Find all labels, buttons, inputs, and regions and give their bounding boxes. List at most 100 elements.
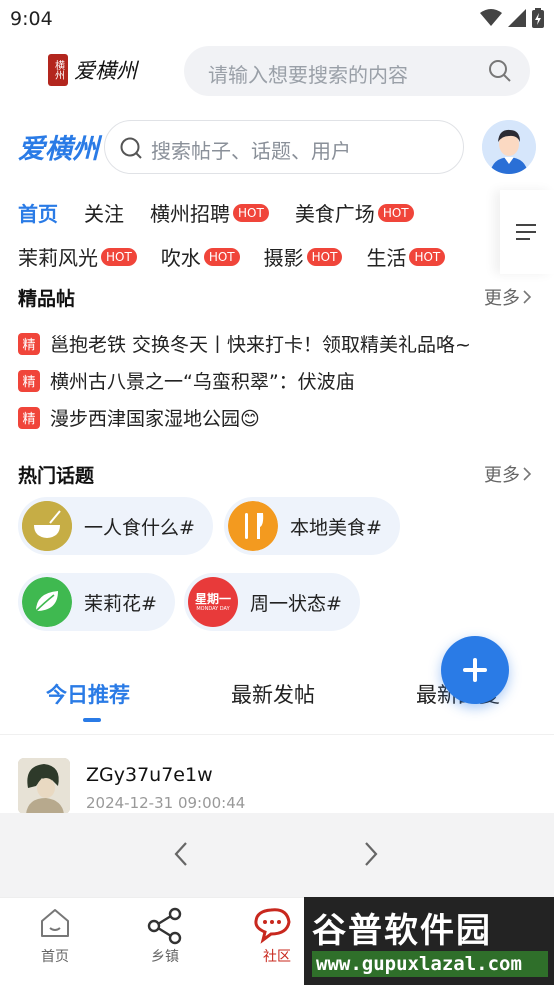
status-bar: 9:04: [0, 0, 554, 38]
menu-icon: [516, 224, 536, 240]
hot-badge: HOT: [409, 247, 446, 266]
more-label: 更多: [484, 465, 520, 486]
featured-badge: 精: [18, 369, 40, 392]
back-arrow-icon[interactable]: [172, 839, 190, 869]
tab-label: 吹水: [160, 246, 201, 270]
tab-jobs[interactable]: 横州招聘 HOT: [150, 198, 269, 227]
tab-row-2: 茉莉风光 HOT 吹水 HOT 摄影 HOT 生活 HOT: [18, 242, 446, 271]
post-time: 2024-12-31 09:00:44: [86, 794, 246, 812]
topic-chip[interactable]: 星期一 MONDAY DAY 周一状态#: [184, 573, 360, 631]
chat-icon: [254, 908, 291, 944]
featured-badge: 精: [18, 406, 40, 429]
tab-life[interactable]: 生活 HOT: [366, 242, 446, 271]
tab-chat[interactable]: 吹水 HOT: [161, 242, 240, 271]
featured-post-title: 漫步西津国家湿地公园😊: [50, 408, 260, 430]
tab-label: 生活: [366, 246, 407, 270]
forward-arrow-icon[interactable]: [362, 839, 380, 869]
nav-label: 首页: [41, 949, 69, 965]
post-author-avatar[interactable]: [18, 758, 70, 814]
create-post-button[interactable]: [441, 636, 509, 704]
hot-badge: HOT: [203, 247, 240, 266]
featured-post-title: 横州古八景之一“乌蛮积翠”：伏波庙: [50, 371, 355, 393]
community-search-placeholder: 搜索帖子、话题、用户: [151, 139, 351, 163]
tab-latest-posts[interactable]: 最新发帖: [231, 679, 315, 709]
home-icon: [41, 909, 69, 937]
tab-label: 美食广场: [294, 202, 375, 226]
tab-row-1: 首页 关注 横州招聘 HOT 美食广场 HOT: [18, 198, 440, 227]
featured-post[interactable]: 精 漫步西津国家湿地公园😊: [18, 404, 260, 431]
hot-badge: HOT: [377, 203, 414, 222]
topic-chip[interactable]: 本地美食#: [224, 497, 400, 555]
community-header: 爱横州 搜索帖子、话题、用户: [0, 112, 554, 182]
watermark-url: www.gupuxlazal.com: [312, 951, 548, 977]
community-search-input[interactable]: 搜索帖子、话题、用户: [104, 120, 464, 174]
tab-label: 摄影: [263, 246, 304, 270]
tab-photo[interactable]: 摄影 HOT: [264, 242, 343, 271]
nav-label: 乡镇: [151, 949, 179, 965]
tab-label: 横州招聘: [150, 202, 230, 226]
user-avatar-icon: [482, 120, 536, 174]
hot-badge: HOT: [306, 247, 343, 266]
tab-label: 首页: [18, 202, 58, 226]
topic-label: 本地美食#: [290, 516, 382, 539]
nav-home[interactable]: 首页: [15, 906, 95, 966]
topics-title: 热门话题: [18, 465, 95, 487]
tab-scenery[interactable]: 茉莉风光 HOT: [18, 242, 137, 271]
status-icons: [480, 8, 544, 28]
topic-chip[interactable]: 茉莉花#: [18, 573, 175, 631]
wifi-icon: [480, 9, 502, 26]
search-icon[interactable]: [488, 59, 512, 83]
status-time: 9:04: [10, 8, 53, 30]
post-author-name[interactable]: ZGy37u7e1w: [86, 764, 213, 786]
more-label: 更多: [484, 288, 520, 309]
tab-recommended[interactable]: 今日推荐: [46, 679, 130, 709]
app-header: 横州 爱横州 请输入想要搜索的内容: [0, 38, 554, 106]
featured-post[interactable]: 精 邕抱老铁 交换冬天丨快来打卡！领取精美礼品咯~: [18, 330, 471, 357]
featured-more-link[interactable]: 更多: [484, 284, 532, 310]
share-icon: [147, 907, 182, 945]
hot-badge: HOT: [233, 203, 269, 222]
chevron-right-icon: [523, 290, 532, 304]
plus-icon: [463, 658, 487, 682]
search-icon: [120, 137, 142, 159]
user-avatar[interactable]: [482, 120, 536, 174]
app-logo[interactable]: 横州 爱横州: [48, 54, 137, 86]
signal-icon: [508, 9, 526, 27]
topic-label: 茉莉花#: [84, 592, 157, 615]
nav-towns[interactable]: 乡镇: [125, 906, 205, 966]
tab-label: 关注: [84, 202, 124, 226]
watermark-title: 谷普软件园: [312, 911, 492, 951]
calendar-icon: 星期一 MONDAY DAY: [188, 577, 238, 627]
web-nav-bar: [0, 813, 554, 897]
watermark: 谷普软件园 www.gupuxlazal.com: [304, 897, 554, 985]
bowl-icon: [22, 501, 72, 551]
topic-label: 一人食什么#: [84, 516, 195, 539]
logo-text: 爱横州: [74, 59, 137, 83]
calendar-icon-text: 星期一: [194, 591, 231, 606]
topics-more-link[interactable]: 更多: [484, 461, 532, 487]
brand-title: 爱横州: [18, 134, 99, 165]
fork-knife-icon: [228, 501, 278, 551]
hot-badge: HOT: [101, 247, 137, 266]
tab-home[interactable]: 首页: [18, 198, 58, 227]
active-tab-indicator: [83, 718, 101, 722]
calendar-icon-sub: MONDAY DAY: [196, 605, 230, 612]
featured-post[interactable]: 精 横州古八景之一“乌蛮积翠”：伏波庙: [18, 367, 355, 394]
leaf-icon: [22, 577, 72, 627]
author-avatar-image: [18, 758, 70, 814]
logo-seal: 横州: [48, 54, 68, 86]
featured-title: 精品帖: [18, 288, 76, 310]
top-search-bar[interactable]: 请输入想要搜索的内容: [184, 46, 530, 96]
tab-follow[interactable]: 关注: [84, 198, 124, 227]
tab-label: 茉莉风光: [18, 246, 98, 270]
topic-label: 周一状态#: [250, 592, 342, 615]
nav-label: 社区: [263, 949, 291, 965]
chevron-right-icon: [523, 467, 532, 481]
featured-badge: 精: [18, 332, 40, 355]
topic-chip[interactable]: 一人食什么#: [18, 497, 213, 555]
battery-icon: [532, 8, 544, 28]
tabs-menu-button[interactable]: [500, 190, 554, 274]
tab-food[interactable]: 美食广场 HOT: [295, 198, 414, 227]
featured-post-title: 邕抱老铁 交换冬天丨快来打卡！领取精美礼品咯~: [50, 334, 471, 356]
top-search-placeholder: 请输入想要搜索的内容: [208, 63, 408, 87]
